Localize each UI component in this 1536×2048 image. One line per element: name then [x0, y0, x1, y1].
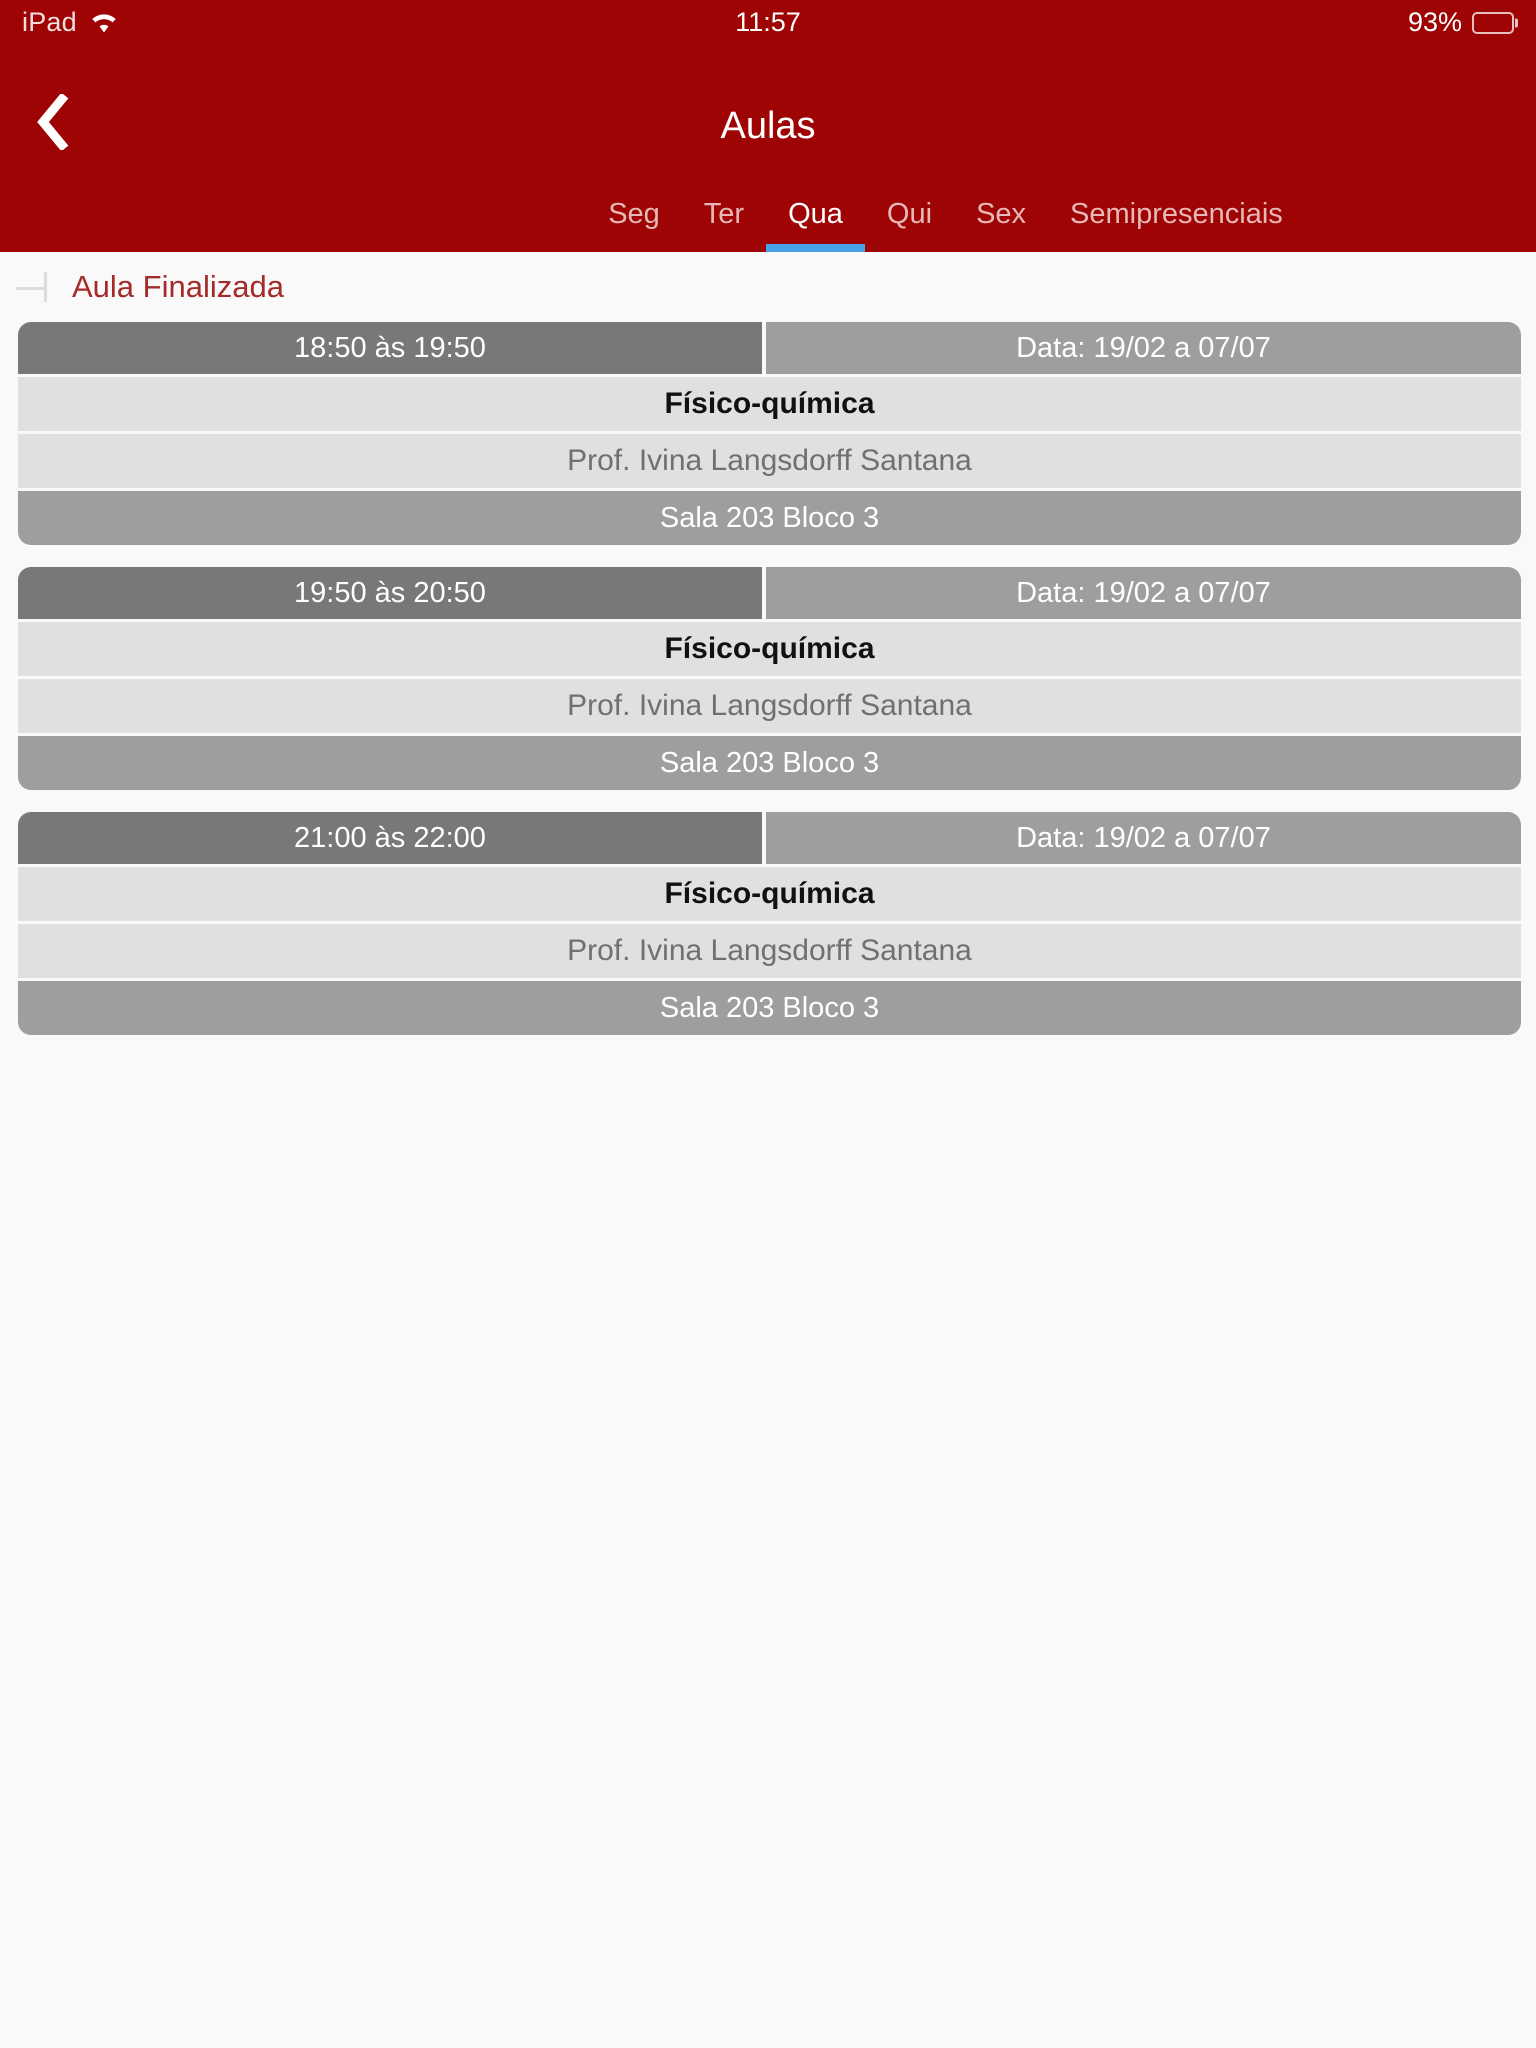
wifi-icon — [89, 12, 119, 34]
class-date-range: Data: 19/02 a 07/07 — [766, 567, 1521, 619]
class-time: 19:50 às 20:50 — [18, 567, 762, 619]
battery-percent-label: 93% — [1407, 7, 1462, 37]
section-title: Aula Finalizada — [72, 269, 284, 304]
class-room: Sala 203 Bloco 3 — [18, 736, 1521, 790]
tab-qui[interactable]: Qui — [865, 190, 954, 252]
tab-qua[interactable]: Qua — [766, 190, 865, 252]
carrier-label: iPad — [22, 7, 77, 37]
class-subject: Físico-química — [18, 867, 1521, 921]
class-card[interactable]: 21:00 às 22:00 Data: 19/02 a 07/07 Físic… — [18, 812, 1521, 1035]
tab-sex[interactable]: Sex — [954, 190, 1048, 252]
status-bar-left: iPad — [22, 7, 119, 38]
class-card-header: 18:50 às 19:50 Data: 19/02 a 07/07 — [18, 322, 1521, 374]
class-card[interactable]: 19:50 às 20:50 Data: 19/02 a 07/07 Físic… — [18, 567, 1521, 790]
status-bar-clock: 11:57 — [735, 7, 801, 37]
class-room: Sala 203 Bloco 3 — [18, 491, 1521, 545]
page-title: Aulas — [720, 105, 816, 147]
tab-ter[interactable]: Ter — [682, 190, 766, 252]
class-card[interactable]: 18:50 às 19:50 Data: 19/02 a 07/07 Físic… — [18, 322, 1521, 545]
class-professor: Prof. Ivina Langsdorff Santana — [18, 434, 1521, 488]
class-card-header: 21:00 às 22:00 Data: 19/02 a 07/07 — [18, 812, 1521, 864]
battery-icon — [1472, 11, 1518, 34]
status-bar-right: 93% — [1407, 7, 1518, 38]
class-list-content: Aula Finalizada 18:50 às 19:50 Data: 19/… — [0, 252, 1536, 2048]
class-subject: Físico-química — [18, 377, 1521, 431]
class-date-range: Data: 19/02 a 07/07 — [766, 322, 1521, 374]
class-time: 21:00 às 22:00 — [18, 812, 762, 864]
tab-seg[interactable]: Seg — [586, 190, 682, 252]
class-card-header: 19:50 às 20:50 Data: 19/02 a 07/07 — [18, 567, 1521, 619]
class-room: Sala 203 Bloco 3 — [18, 981, 1521, 1035]
status-bar: iPad 11:57 93% — [0, 0, 1536, 45]
class-subject: Físico-química — [18, 622, 1521, 676]
class-professor: Prof. Ivina Langsdorff Santana — [18, 679, 1521, 733]
tree-bracket-icon — [12, 265, 56, 309]
battery-cap — [1515, 18, 1518, 27]
tab-semipresenciais[interactable]: Semipresenciais — [1048, 190, 1305, 252]
nav-bar: Aulas — [0, 45, 1536, 190]
class-professor: Prof. Ivina Langsdorff Santana — [18, 924, 1521, 978]
day-tab-bar: Seg Ter Qua Qui Sex Semipresenciais — [0, 190, 1536, 252]
class-date-range: Data: 19/02 a 07/07 — [766, 812, 1521, 864]
class-time: 18:50 às 19:50 — [18, 322, 762, 374]
section-header-aula-finalizada: Aula Finalizada — [0, 252, 1536, 322]
